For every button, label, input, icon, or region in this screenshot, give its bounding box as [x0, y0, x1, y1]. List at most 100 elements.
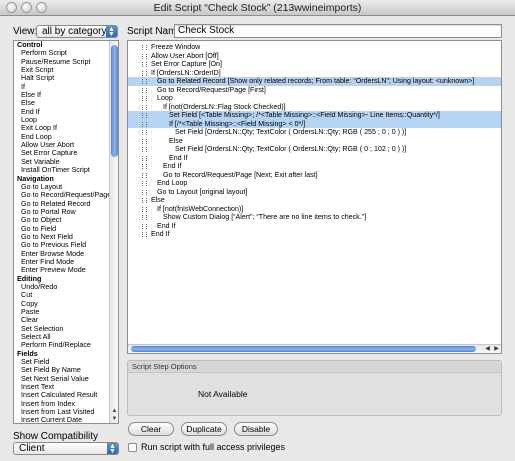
steps-list-item[interactable]: Go to Portal Row — [14, 208, 110, 216]
drag-handle-icon[interactable] — [141, 130, 147, 135]
script-line[interactable]: Freeze Window — [128, 43, 501, 52]
script-line[interactable]: Go to Related Record [Show only related … — [128, 77, 501, 86]
script-line[interactable]: Set Field [<Table Missing>; /*<Table Mis… — [128, 111, 501, 120]
steps-list-item[interactable]: Paste — [14, 308, 110, 316]
drag-handle-icon[interactable] — [141, 79, 147, 84]
drag-handle-icon[interactable] — [141, 172, 147, 178]
script-line[interactable]: If [/*<Table Missing>::<Field Missing> <… — [128, 119, 501, 128]
steps-list-item[interactable]: Set Field By Name — [14, 366, 110, 374]
steps-list-item[interactable]: Cut — [14, 291, 110, 299]
steps-list-item[interactable]: End Loop — [14, 133, 110, 141]
drag-handle-icon[interactable] — [141, 215, 147, 220]
script-line[interactable]: End If — [128, 162, 501, 171]
steps-list-item[interactable]: Enter Find Mode — [14, 258, 110, 266]
drag-handle-icon[interactable] — [141, 138, 147, 144]
script-line[interactable]: Else — [128, 137, 501, 146]
drag-handle-icon[interactable] — [141, 223, 147, 229]
steps-list-item[interactable]: Clear — [14, 316, 110, 324]
script-editor-scroll-thumb[interactable] — [131, 346, 476, 352]
steps-list-item[interactable]: Set Next Serial Value — [14, 375, 110, 383]
steps-list-item[interactable]: Go to Previous Field — [14, 241, 110, 249]
drag-handle-icon[interactable] — [141, 181, 147, 186]
drag-handle-icon[interactable] — [141, 53, 147, 59]
steps-list-item[interactable]: Enter Preview Mode — [14, 266, 110, 274]
steps-list-item[interactable]: Set Field — [14, 358, 110, 366]
drag-handle-icon[interactable] — [141, 189, 147, 195]
script-line[interactable]: End If — [128, 230, 501, 239]
steps-list-item[interactable]: Perform Find/Replace — [14, 341, 110, 349]
steps-list-item[interactable]: Enter Browse Mode — [14, 250, 110, 258]
steps-list-item[interactable]: Exit Script — [14, 66, 110, 74]
drag-handle-icon[interactable] — [141, 164, 147, 169]
steps-list-item[interactable]: Select All — [14, 333, 110, 341]
steps-list-item[interactable]: Exit Loop If — [14, 124, 110, 132]
drag-handle-icon[interactable] — [141, 155, 147, 161]
steps-list-item[interactable]: Set Selection — [14, 325, 110, 333]
script-line[interactable]: Set Field [OrdersLN::Qty; TextColor ( Or… — [128, 128, 501, 137]
steps-list-item[interactable]: If — [14, 83, 110, 91]
script-line[interactable]: Set Error Capture [On] — [128, 60, 501, 69]
steps-list-item[interactable]: Halt Script — [14, 74, 110, 82]
script-line[interactable]: Set Field [OrdersLN::Qty; TextColor ( Or… — [128, 145, 501, 154]
script-line[interactable]: End If — [128, 154, 501, 163]
drag-handle-icon[interactable] — [141, 232, 147, 237]
drag-handle-icon[interactable] — [141, 206, 147, 212]
steps-list-item[interactable]: Go to Record/Request/Page — [14, 191, 110, 199]
script-line[interactable]: Loop — [128, 94, 501, 103]
drag-handle-icon[interactable] — [141, 70, 147, 76]
script-name-field[interactable]: Check Stock — [174, 24, 502, 38]
steps-list-item[interactable]: Insert Calculated Result — [14, 391, 110, 399]
script-line[interactable]: Go to Record/Request/Page [First] — [128, 86, 501, 95]
scroll-left-icon[interactable]: ◀ — [483, 345, 492, 353]
steps-list-item[interactable]: End If — [14, 108, 110, 116]
steps-list-item[interactable]: Copy — [14, 300, 110, 308]
duplicate-button[interactable]: Duplicate — [181, 422, 227, 436]
close-window-icon[interactable] — [6, 2, 17, 13]
steps-list-scroll-thumb[interactable] — [111, 45, 118, 157]
script-line[interactable]: If [not(fnIsWebConnection)] — [128, 205, 501, 214]
scroll-right-icon[interactable]: ▶ — [492, 345, 501, 353]
script-editor[interactable]: Freeze Window Allow User Abort [Off] Set E… — [127, 40, 502, 354]
script-line[interactable]: Go to Record/Request/Page [Next; Exit af… — [128, 171, 501, 180]
steps-list-item[interactable]: Go to Field — [14, 225, 110, 233]
zoom-window-icon[interactable] — [36, 2, 47, 13]
script-line[interactable]: If [OrdersLN::OrderID] — [128, 69, 501, 78]
drag-handle-icon[interactable] — [141, 45, 147, 50]
steps-list-item[interactable]: Install OnTimer Script — [14, 166, 110, 174]
scroll-arrows-icon[interactable]: ▲ ▼ — [110, 407, 118, 423]
steps-list-item[interactable]: Set Error Capture — [14, 149, 110, 157]
steps-list-item[interactable]: Pause/Resume Script — [14, 58, 110, 66]
script-line[interactable]: Else — [128, 196, 501, 205]
steps-list-item[interactable]: Go to Next Field — [14, 233, 110, 241]
disable-button[interactable]: Disable — [234, 422, 278, 436]
steps-list-item[interactable]: Loop — [14, 116, 110, 124]
script-editor-hscrollbar[interactable]: ◀ ▶ — [128, 344, 501, 353]
steps-list-item[interactable]: Insert from Index — [14, 400, 110, 408]
full-access-checkbox[interactable] — [128, 443, 137, 452]
drag-handle-icon[interactable] — [141, 147, 147, 152]
steps-list-item[interactable]: Insert Current Date — [14, 416, 110, 423]
minimize-window-icon[interactable] — [21, 2, 32, 13]
steps-list-item[interactable]: Go to Related Record — [14, 200, 110, 208]
script-line[interactable]: Show Custom Dialog [“Alert”; “There are … — [128, 213, 501, 222]
steps-list-item[interactable]: Else — [14, 99, 110, 107]
clear-button[interactable]: Clear — [128, 422, 174, 436]
drag-handle-icon[interactable] — [141, 104, 147, 110]
steps-list-item[interactable]: Undo/Redo — [14, 283, 110, 291]
steps-list-item[interactable]: Go to Layout — [14, 183, 110, 191]
script-line[interactable]: End Loop — [128, 179, 501, 188]
steps-list-item[interactable]: Insert Text — [14, 383, 110, 391]
drag-handle-icon[interactable] — [141, 87, 147, 93]
drag-handle-icon[interactable] — [141, 121, 147, 127]
steps-list-item[interactable]: Allow User Abort — [14, 141, 110, 149]
drag-handle-icon[interactable] — [141, 198, 147, 203]
script-line[interactable]: End If — [128, 222, 501, 231]
drag-handle-icon[interactable] — [141, 96, 147, 101]
steps-list-item[interactable]: Perform Script — [14, 49, 110, 57]
steps-list-scrollbar[interactable]: ▲ ▼ — [109, 41, 118, 423]
steps-list-item[interactable]: Set Variable — [14, 158, 110, 166]
steps-list-item[interactable]: Go to Object — [14, 216, 110, 224]
drag-handle-icon[interactable] — [141, 113, 147, 118]
script-line[interactable]: If [not(OrdersLN::Flag Stock Checked)] — [128, 103, 501, 112]
steps-list-item[interactable]: Insert from Last Visited — [14, 408, 110, 416]
